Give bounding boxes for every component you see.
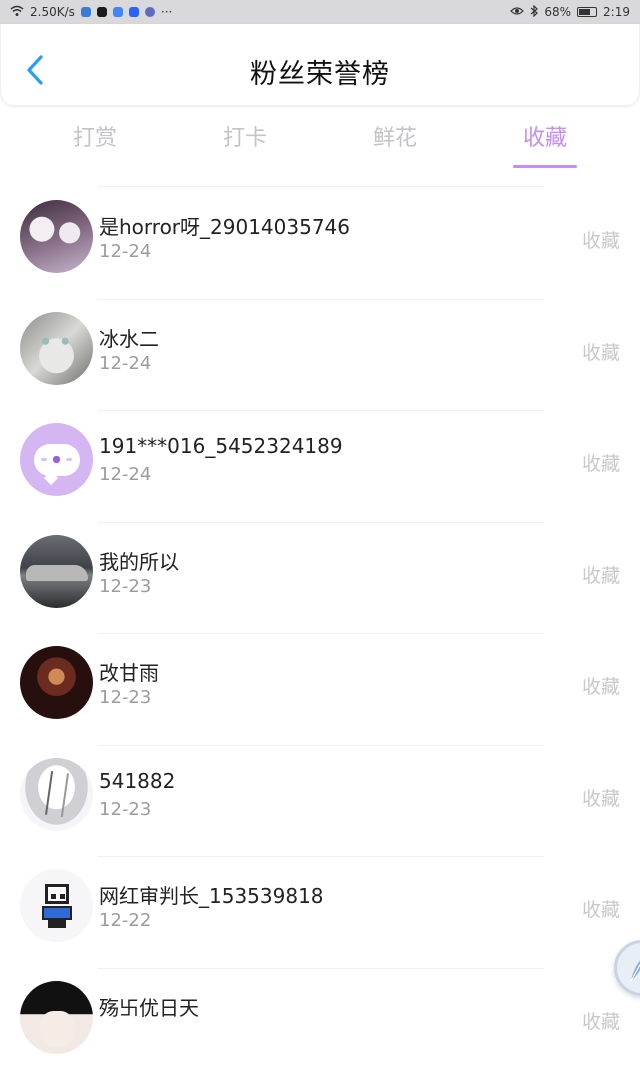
- page-title: 粉丝荣誉榜: [1, 52, 639, 91]
- anime-face: [40, 1011, 74, 1047]
- fan-name: 冰水二: [99, 323, 159, 352]
- network-speed: 2.50K/s: [30, 5, 75, 19]
- pixel-head: [45, 884, 69, 904]
- status-bar: 2.50K/s ··· 68% 2:19: [0, 0, 640, 24]
- fan-date: 12-23: [99, 799, 151, 820]
- action-label: 收藏: [582, 895, 620, 922]
- chat-bubble-icon: [34, 444, 80, 476]
- battery-icon: [577, 7, 597, 17]
- tab-label: 收藏: [523, 126, 567, 151]
- fan-name: 殇卐优日天: [99, 992, 199, 1021]
- action-label: 收藏: [582, 338, 620, 365]
- action-label: 收藏: [582, 1007, 620, 1034]
- avatar[interactable]: [20, 200, 93, 273]
- list-item[interactable]: 191***016_5452324189 12-24 收藏: [0, 411, 640, 523]
- bluetooth-icon: [530, 5, 538, 20]
- tab-checkin[interactable]: 打卡: [185, 112, 305, 168]
- pixel-body: [42, 906, 72, 920]
- tab-label: 鲜花: [373, 126, 417, 151]
- tab-flowers[interactable]: 鲜花: [335, 112, 455, 168]
- fan-date: 12-22: [99, 910, 151, 931]
- sketch-shape: [45, 770, 69, 816]
- header: 粉丝荣誉榜: [0, 24, 640, 106]
- action-label: 收藏: [582, 672, 620, 699]
- avatar[interactable]: [20, 535, 93, 608]
- fan-name: 541882: [99, 769, 175, 793]
- clock: 2:19: [603, 5, 630, 19]
- active-tab-indicator: [513, 165, 577, 168]
- divider: [98, 186, 544, 187]
- eye-icon: [510, 5, 524, 19]
- fan-name: 是horror呀_29014035746: [99, 211, 350, 240]
- app-notification-icon: [81, 7, 91, 17]
- more-notifications: ···: [161, 5, 172, 19]
- fan-name: 我的所以: [99, 546, 179, 575]
- list-item[interactable]: 殇卐优日天 收藏: [0, 969, 640, 1080]
- avatar[interactable]: [20, 981, 93, 1054]
- list-item[interactable]: 541882 12-23 收藏: [0, 746, 640, 858]
- list-item[interactable]: 我的所以 12-23 收藏: [0, 523, 640, 635]
- list-item[interactable]: 改甘雨 12-23 收藏: [0, 634, 640, 746]
- tab-tips[interactable]: 打赏: [35, 112, 155, 168]
- tab-favorites[interactable]: 收藏: [485, 112, 605, 168]
- app-notification-icon: [129, 7, 139, 17]
- tab-label: 打赏: [73, 126, 117, 151]
- avatar[interactable]: [20, 869, 93, 942]
- status-left: 2.50K/s ···: [10, 5, 172, 20]
- fan-date: 12-24: [99, 353, 151, 374]
- list-item[interactable]: 是horror呀_29014035746 12-24 收藏: [0, 188, 640, 300]
- tab-bar: 打赏 打卡 鲜花 收藏: [20, 112, 620, 168]
- app-notification-icon: [145, 7, 155, 17]
- tab-label: 打卡: [223, 126, 267, 151]
- dot: [41, 458, 47, 461]
- status-right: 68% 2:19: [510, 5, 630, 20]
- app-notification-icon: [113, 7, 123, 17]
- action-label: 收藏: [582, 561, 620, 588]
- pixel-eye: [60, 894, 65, 899]
- list-item[interactable]: 网红审判长_153539818 12-22 收藏: [0, 857, 640, 969]
- fan-date: 12-24: [99, 464, 151, 485]
- fan-date: 12-23: [99, 576, 151, 597]
- fan-name: 191***016_5452324189: [99, 434, 343, 458]
- action-label: 收藏: [582, 784, 620, 811]
- fan-list: 是horror呀_29014035746 12-24 收藏 冰水二 12-24 …: [0, 188, 640, 1080]
- car-shape: [26, 565, 88, 581]
- pixel-skeleton-icon: [40, 884, 74, 928]
- avatar[interactable]: [20, 312, 93, 385]
- pixel-eye: [51, 894, 56, 899]
- fan-name: 改甘雨: [99, 657, 159, 686]
- app-notification-icon: [97, 7, 107, 17]
- wifi-icon: [10, 5, 24, 20]
- fan-date: 12-24: [99, 241, 151, 262]
- dot: [66, 458, 72, 461]
- battery-percent: 68%: [544, 5, 571, 19]
- list-item[interactable]: 冰水二 12-24 收藏: [0, 300, 640, 412]
- avatar[interactable]: [20, 758, 93, 831]
- action-label: 收藏: [582, 449, 620, 476]
- feather-icon: [627, 953, 640, 983]
- avatar[interactable]: [20, 423, 93, 496]
- dot: [53, 456, 60, 463]
- pixel-legs: [48, 920, 66, 928]
- fan-name: 网红审判长_153539818: [99, 880, 324, 909]
- avatar[interactable]: [20, 646, 93, 719]
- action-label: 收藏: [582, 226, 620, 253]
- fan-date: 12-23: [99, 687, 151, 708]
